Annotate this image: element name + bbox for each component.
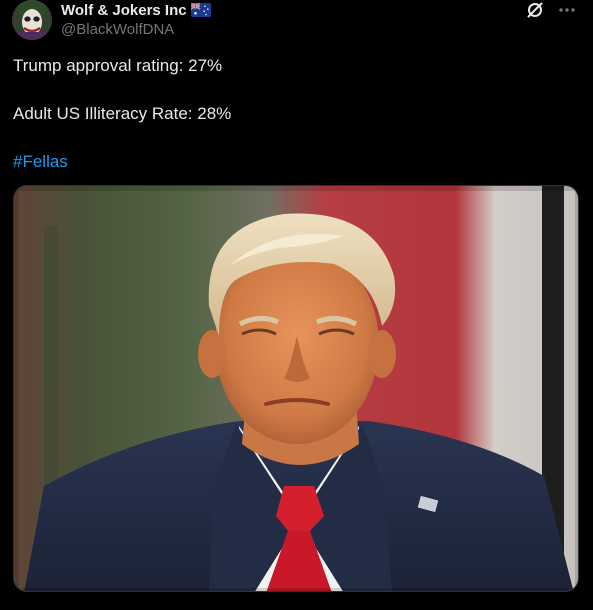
- tweet-media-photo[interactable]: [13, 185, 579, 592]
- author-name-row: Wolf & Jokers Inc: [61, 1, 211, 19]
- grok-icon[interactable]: [525, 0, 545, 20]
- tweet-line-approval: Trump approval rating: 27%: [13, 56, 223, 75]
- tweet-spacer: [13, 78, 573, 102]
- tweet-post: Wolf & Jokers Inc @BlackWolfDNA Trump ap…: [0, 0, 593, 610]
- author-avatar[interactable]: [12, 0, 52, 40]
- tweet-text: Trump approval rating: 27% Adult US Illi…: [13, 54, 573, 174]
- tweet-spacer: [13, 126, 573, 150]
- post-top-actions: [525, 0, 577, 20]
- hashtag-link[interactable]: #Fellas: [13, 152, 68, 171]
- tweet-line-hashtag: #Fellas: [13, 150, 573, 174]
- joker-avatar-icon: [12, 0, 52, 40]
- australian-flag-icon: [190, 2, 211, 17]
- author-display-name[interactable]: Wolf & Jokers Inc: [61, 2, 187, 19]
- more-options-icon[interactable]: [557, 0, 577, 20]
- portrait-photo: [14, 186, 578, 591]
- author-handle[interactable]: @BlackWolfDNA: [61, 21, 174, 38]
- tweet-line-illiteracy: Adult US Illiteracy Rate: 28%: [13, 104, 232, 123]
